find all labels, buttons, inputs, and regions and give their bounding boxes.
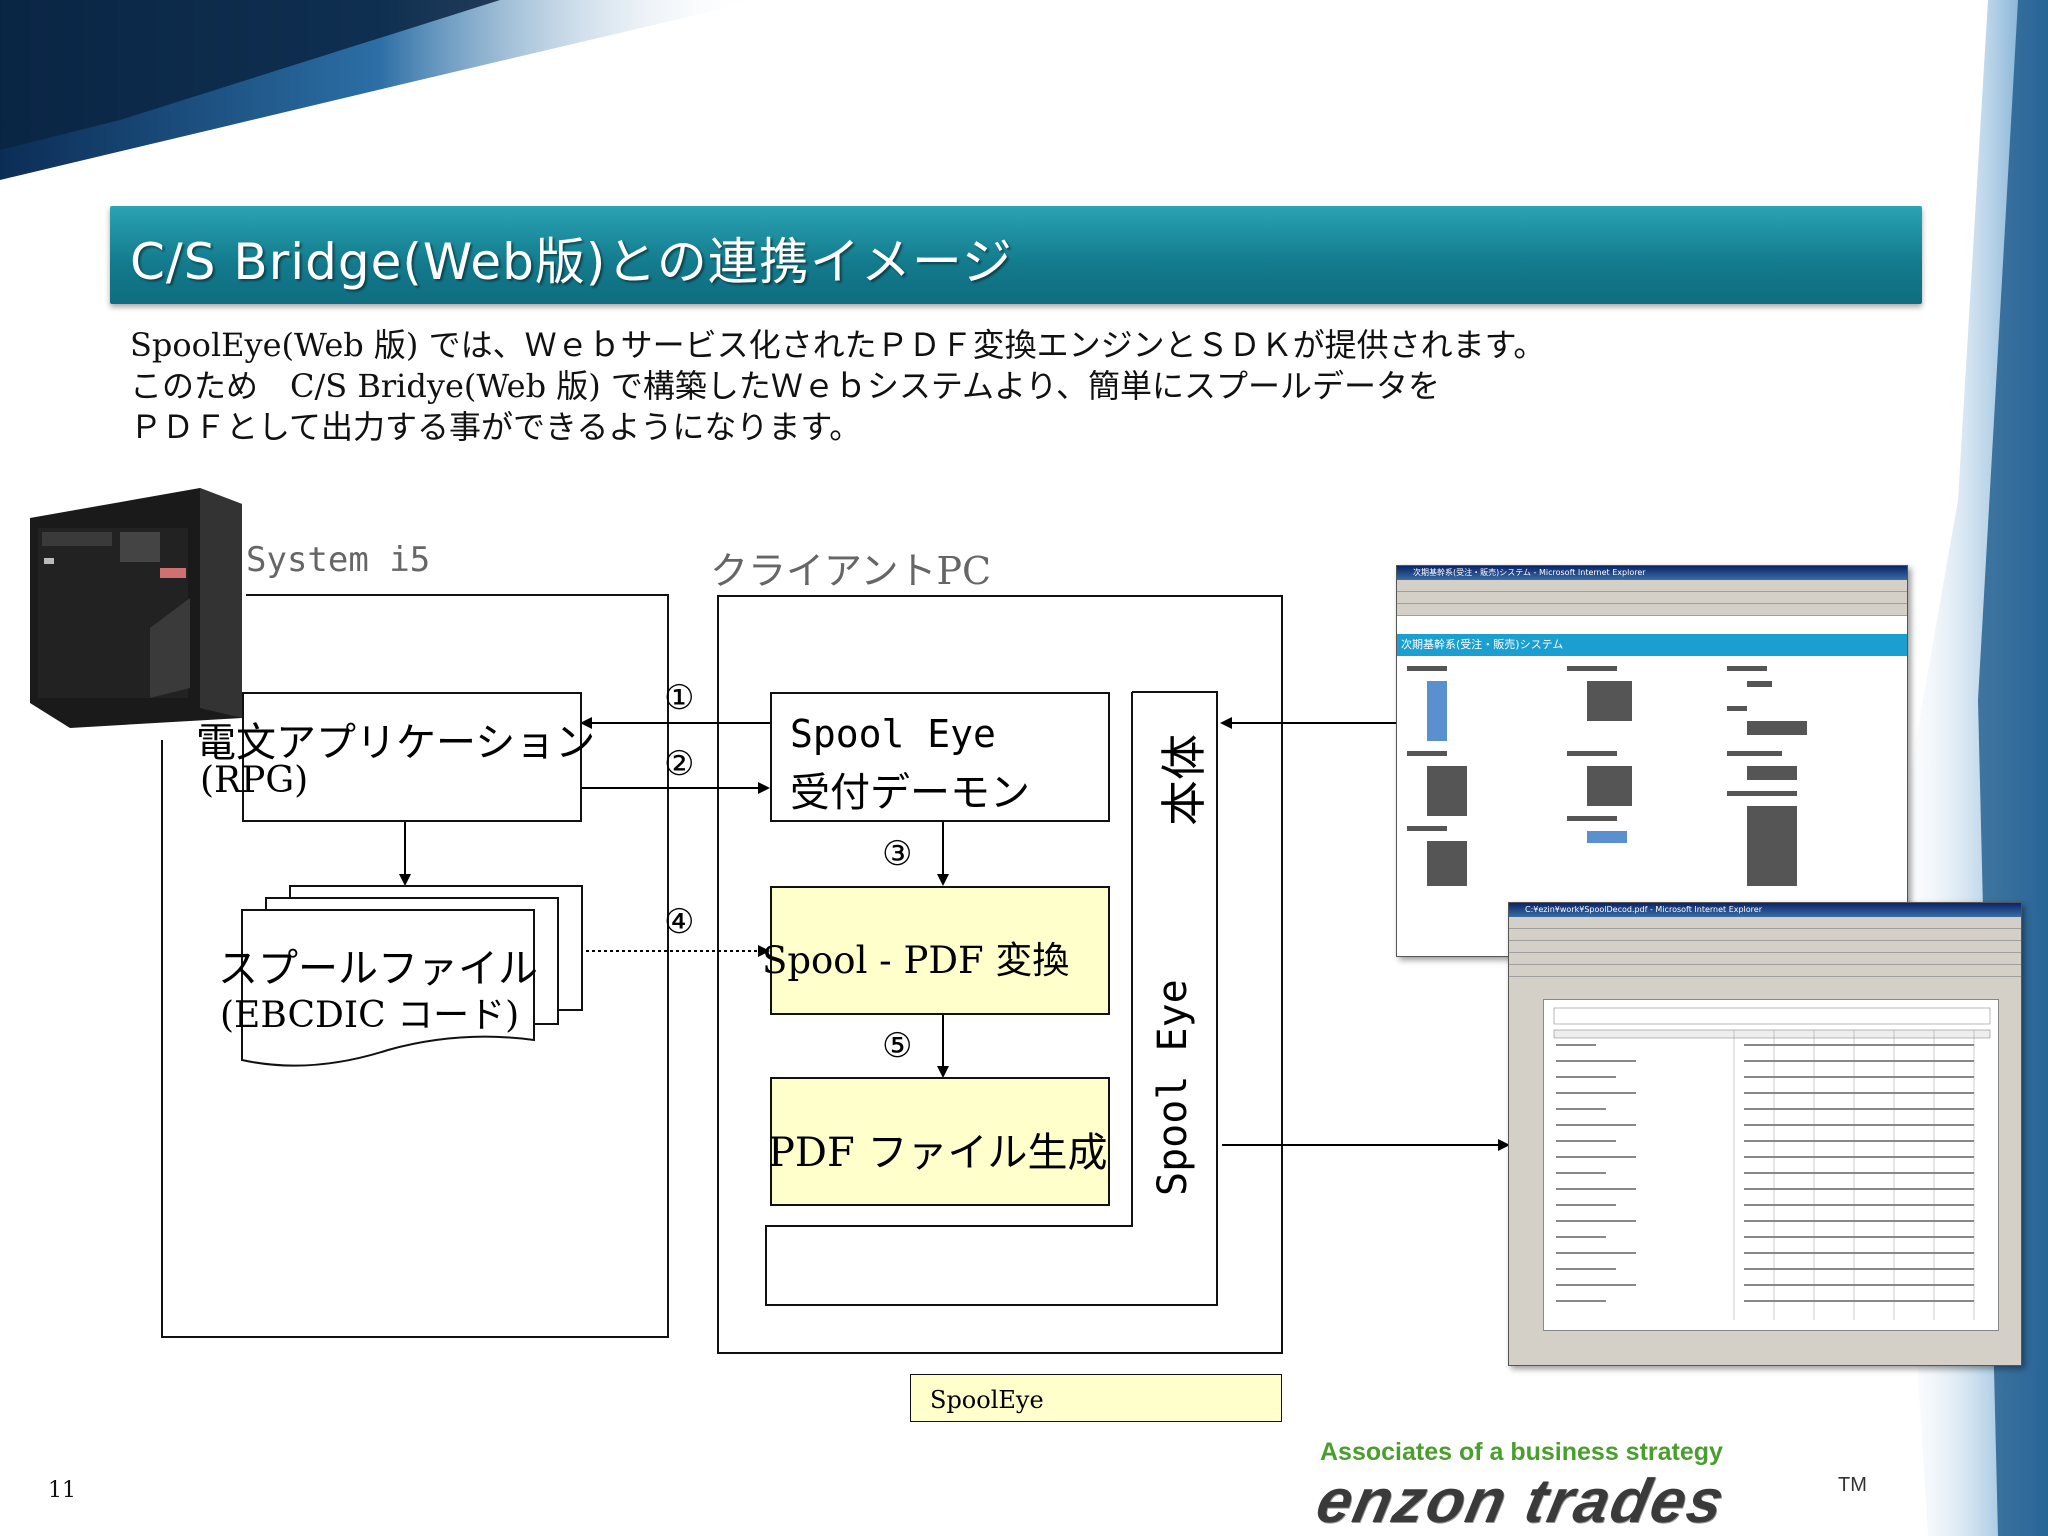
web-app-menu-content bbox=[1407, 666, 1807, 886]
pdf-viewer-window-title: C:¥ezin¥work¥SpoolDecod.pdf - Microsoft … bbox=[1509, 903, 2021, 917]
pdf-viewer-screenshot: C:¥ezin¥work¥SpoolDecod.pdf - Microsoft … bbox=[1508, 902, 2022, 1366]
pdf-viewer-menubar bbox=[1509, 917, 2021, 929]
pdf-generate-label: PDF ファイル生成 bbox=[768, 1130, 1108, 1176]
step-3-number: ③ bbox=[882, 834, 913, 874]
web-app-header: 次期基幹系(受注・販売)システム bbox=[1397, 634, 1907, 656]
pdf-convert-label: Spool - PDF 変換 bbox=[762, 939, 1070, 982]
daemon-box-line-1: Spool Eye bbox=[790, 712, 996, 756]
daemon-box-line-2: 受付デーモン bbox=[790, 770, 1030, 816]
brand-trademark: TM bbox=[1838, 1474, 1867, 1496]
page-number: 11 bbox=[48, 1478, 76, 1503]
pdf-report-table bbox=[1553, 1007, 1991, 1320]
pdf-viewer-page bbox=[1543, 999, 1999, 1331]
web-app-addressbar bbox=[1397, 604, 1907, 616]
web-app-menubar bbox=[1397, 580, 1907, 592]
brand-logo: enzon trades bbox=[1310, 1467, 1732, 1536]
spooleye-main-suffix: 本体 bbox=[1157, 734, 1211, 826]
app-box-line-2: (RPG) bbox=[200, 760, 309, 801]
step-4-number: ④ bbox=[664, 902, 695, 942]
step-2-number: ② bbox=[664, 744, 695, 784]
pdf-viewer-tools-2 bbox=[1509, 965, 2021, 977]
step-5-number: ⑤ bbox=[882, 1026, 913, 1066]
web-app-heading: 次期基幹系(受注・販売)システム bbox=[1401, 638, 1564, 651]
web-app-window-title: 次期基幹系(受注・販売)システム - Microsoft Internet Ex… bbox=[1397, 566, 1907, 580]
spooleye-main-label: Spool Eye bbox=[1150, 979, 1196, 1196]
legend-label: SpoolEye bbox=[930, 1386, 1044, 1414]
step-1-number: ① bbox=[664, 678, 695, 718]
brand-tagline: Associates of a business strategy bbox=[1320, 1438, 1723, 1466]
pdf-viewer-tools bbox=[1509, 953, 2021, 965]
pdf-viewer-toolbar bbox=[1509, 929, 2021, 941]
spooleye-main-name: Spool Eye bbox=[1150, 979, 1196, 1196]
web-app-toolbar bbox=[1397, 592, 1907, 604]
web-app-screenshot: 次期基幹系(受注・販売)システム - Microsoft Internet Ex… bbox=[1396, 565, 1908, 957]
spool-file-line-2: (EBCDIC コード) bbox=[220, 995, 520, 1036]
pdf-viewer-addressbar bbox=[1509, 941, 2021, 953]
